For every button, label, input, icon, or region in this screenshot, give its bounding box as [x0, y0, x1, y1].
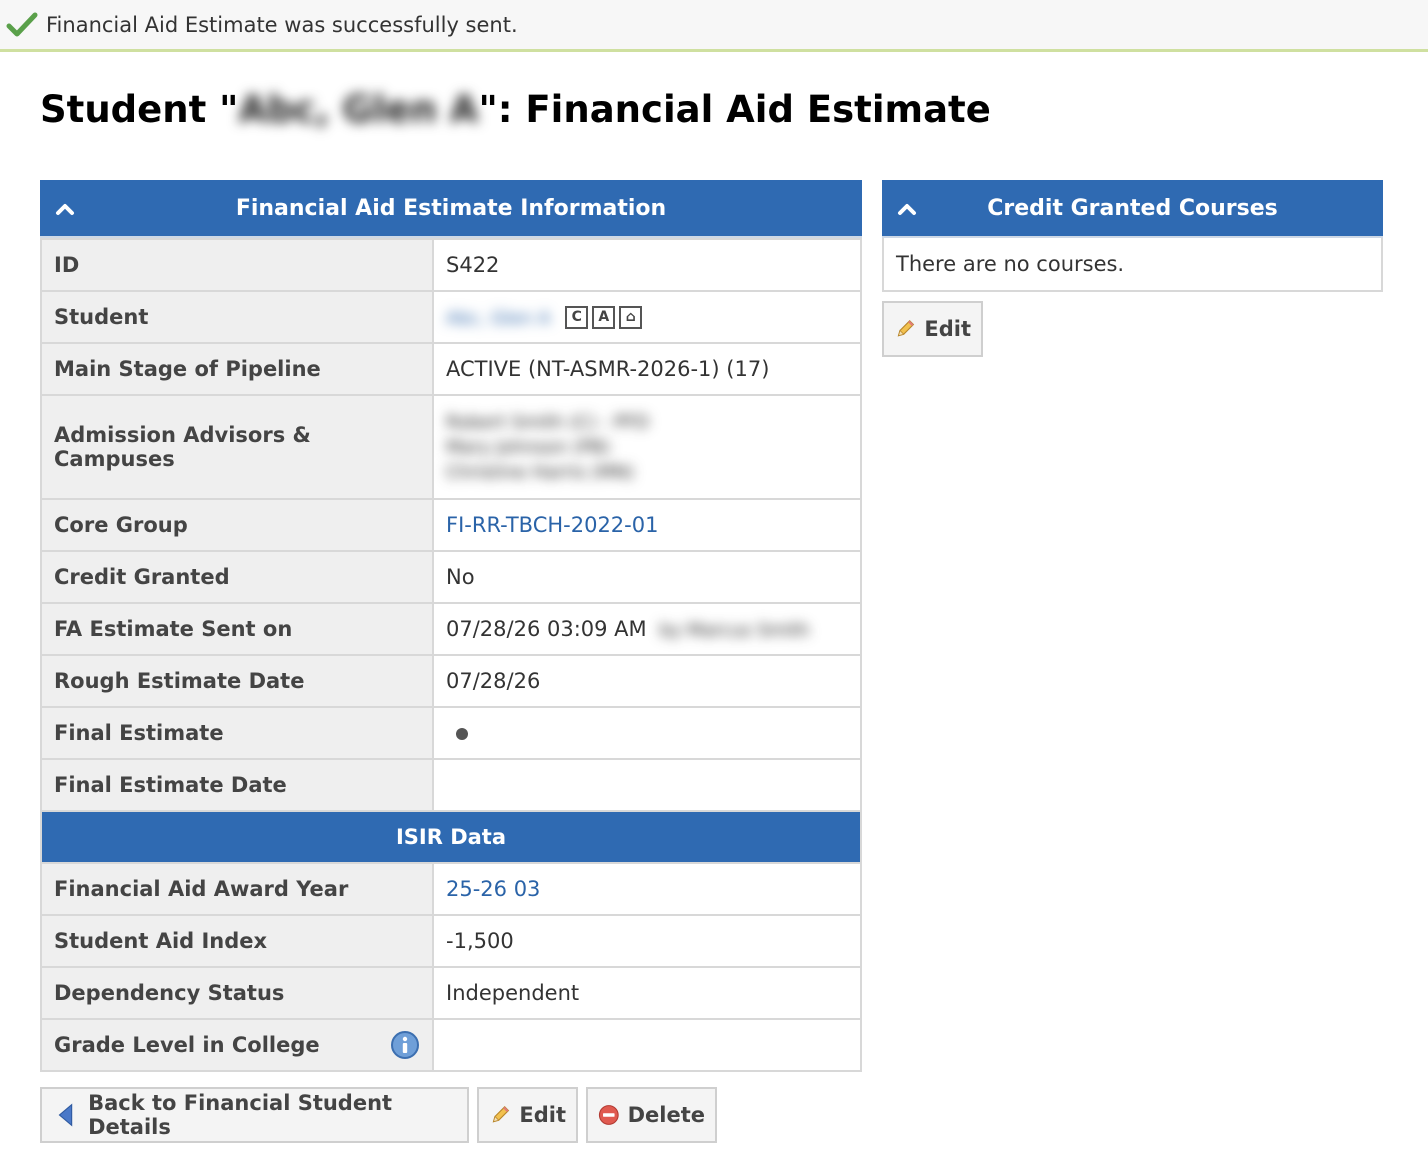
credit-panel: Credit Granted Courses There are no cour…	[882, 180, 1383, 292]
sent-by-redacted: by Marcus Smith	[659, 620, 810, 641]
back-button[interactable]: Back to Financial Student Details	[40, 1087, 469, 1143]
credit-panel-header[interactable]: Credit Granted Courses	[882, 180, 1383, 238]
edit-button[interactable]: Edit	[477, 1087, 578, 1143]
sent-on-value: 07/28/26 03:09 AM by Marcus Smith	[432, 602, 862, 656]
table-row: Final Estimate Date	[40, 758, 862, 812]
credit-edit-button[interactable]: Edit	[882, 301, 983, 357]
award-year-link[interactable]: 25-26 03	[446, 877, 540, 901]
collapse-caret-icon[interactable]	[54, 198, 76, 220]
award-year-value: 25-26 03	[432, 862, 862, 916]
row-value: -1,500	[432, 914, 862, 968]
row-value	[432, 1018, 862, 1072]
table-row: Financial Aid Award Year 25-26 03	[40, 862, 862, 916]
final-estimate-value	[432, 706, 862, 760]
row-label: Main Stage of Pipeline	[40, 342, 434, 396]
table-row: Dependency Status Independent	[40, 966, 862, 1020]
row-value: S422	[432, 238, 862, 292]
back-arrow-icon	[58, 1103, 73, 1127]
row-label: Credit Granted	[40, 550, 434, 604]
info-panel-header[interactable]: Financial Aid Estimate Information	[40, 180, 862, 238]
row-value: No	[432, 550, 862, 604]
notice-text: Financial Aid Estimate was successfully …	[46, 12, 518, 37]
success-notice: Financial Aid Estimate was successfully …	[0, 0, 1428, 52]
row-label: Student Aid Index	[40, 914, 434, 968]
table-row: Grade Level in College	[40, 1018, 862, 1072]
credit-panel-title: Credit Granted Courses	[987, 195, 1278, 221]
table-row: Core Group FI-RR-TBCH-2022-01	[40, 498, 862, 552]
info-panel: Financial Aid Estimate Information ID S4…	[40, 180, 862, 1072]
advisor-line: Christine Harris (MN)	[446, 461, 635, 483]
info-table: ID S422 Student Abc, Glen A C A ⌂ Main Sta…	[40, 238, 862, 1072]
row-value: ACTIVE (NT-ASMR-2026-1) (17)	[432, 342, 862, 396]
row-label: Core Group	[40, 498, 434, 552]
row-label: Student	[40, 290, 434, 344]
student-name-redacted: Abc, Glen A	[238, 88, 479, 131]
delete-icon	[598, 1105, 619, 1125]
table-row: Credit Granted No	[40, 550, 862, 604]
table-row: Student Abc, Glen A C A ⌂	[40, 290, 862, 344]
row-label: Final Estimate	[40, 706, 434, 760]
page-title: Student "Abc, Glen A": Financial Aid Est…	[40, 88, 991, 131]
table-row: Admission Advisors & Campuses Robert Smi…	[40, 394, 862, 500]
row-label: Final Estimate Date	[40, 758, 434, 812]
grade-level-label-cell: Grade Level in College	[40, 1018, 434, 1072]
bullet-icon	[456, 728, 468, 740]
core-group-link[interactable]: FI-RR-TBCH-2022-01	[446, 513, 658, 537]
student-value: Abc, Glen A C A ⌂	[432, 290, 862, 344]
row-label: Financial Aid Award Year	[40, 862, 434, 916]
row-label: Dependency Status	[40, 966, 434, 1020]
advisor-line: Mary Johnson (PB)	[446, 436, 611, 458]
pencil-icon	[492, 1106, 510, 1123]
core-group-value: FI-RR-TBCH-2022-01	[432, 498, 862, 552]
no-courses-message: There are no courses.	[882, 238, 1383, 292]
row-label: Grade Level in College	[54, 1033, 320, 1057]
collapse-caret-icon[interactable]	[896, 198, 918, 220]
home-icon[interactable]: ⌂	[619, 306, 643, 330]
isir-section-header: ISIR Data	[40, 810, 862, 864]
isir-header-title: ISIR Data	[40, 810, 862, 864]
info-panel-title: Financial Aid Estimate Information	[235, 195, 667, 221]
pencil-icon	[897, 320, 915, 337]
row-value: Independent	[432, 966, 862, 1020]
table-row: Final Estimate	[40, 706, 862, 760]
table-row: Rough Estimate Date 07/28/26	[40, 654, 862, 708]
contact-icon[interactable]: C	[565, 306, 589, 330]
sent-on-date: 07/28/26 03:09 AM	[446, 617, 647, 641]
row-label: Admission Advisors & Campuses	[40, 394, 434, 500]
delete-button[interactable]: Delete	[586, 1087, 717, 1143]
row-label: Rough Estimate Date	[40, 654, 434, 708]
table-row: ID S422	[40, 238, 862, 292]
table-row: Main Stage of Pipeline ACTIVE (NT-ASMR-2…	[40, 342, 862, 396]
row-label: ID	[40, 238, 434, 292]
table-row: Student Aid Index -1,500	[40, 914, 862, 968]
row-value	[432, 758, 862, 812]
info-icon[interactable]	[390, 1030, 420, 1060]
row-label: FA Estimate Sent on	[40, 602, 434, 656]
table-row: FA Estimate Sent on 07/28/26 03:09 AM by…	[40, 602, 862, 656]
advisors-value: Robert Smith (C) - PFD Mary Johnson (PB)…	[432, 394, 862, 500]
row-value: 07/28/26	[432, 654, 862, 708]
advisor-line: Robert Smith (C) - PFD	[446, 411, 650, 433]
admissions-icon[interactable]: A	[592, 306, 616, 330]
student-link[interactable]: Abc, Glen A	[446, 308, 551, 329]
checkmark-icon	[6, 12, 38, 36]
